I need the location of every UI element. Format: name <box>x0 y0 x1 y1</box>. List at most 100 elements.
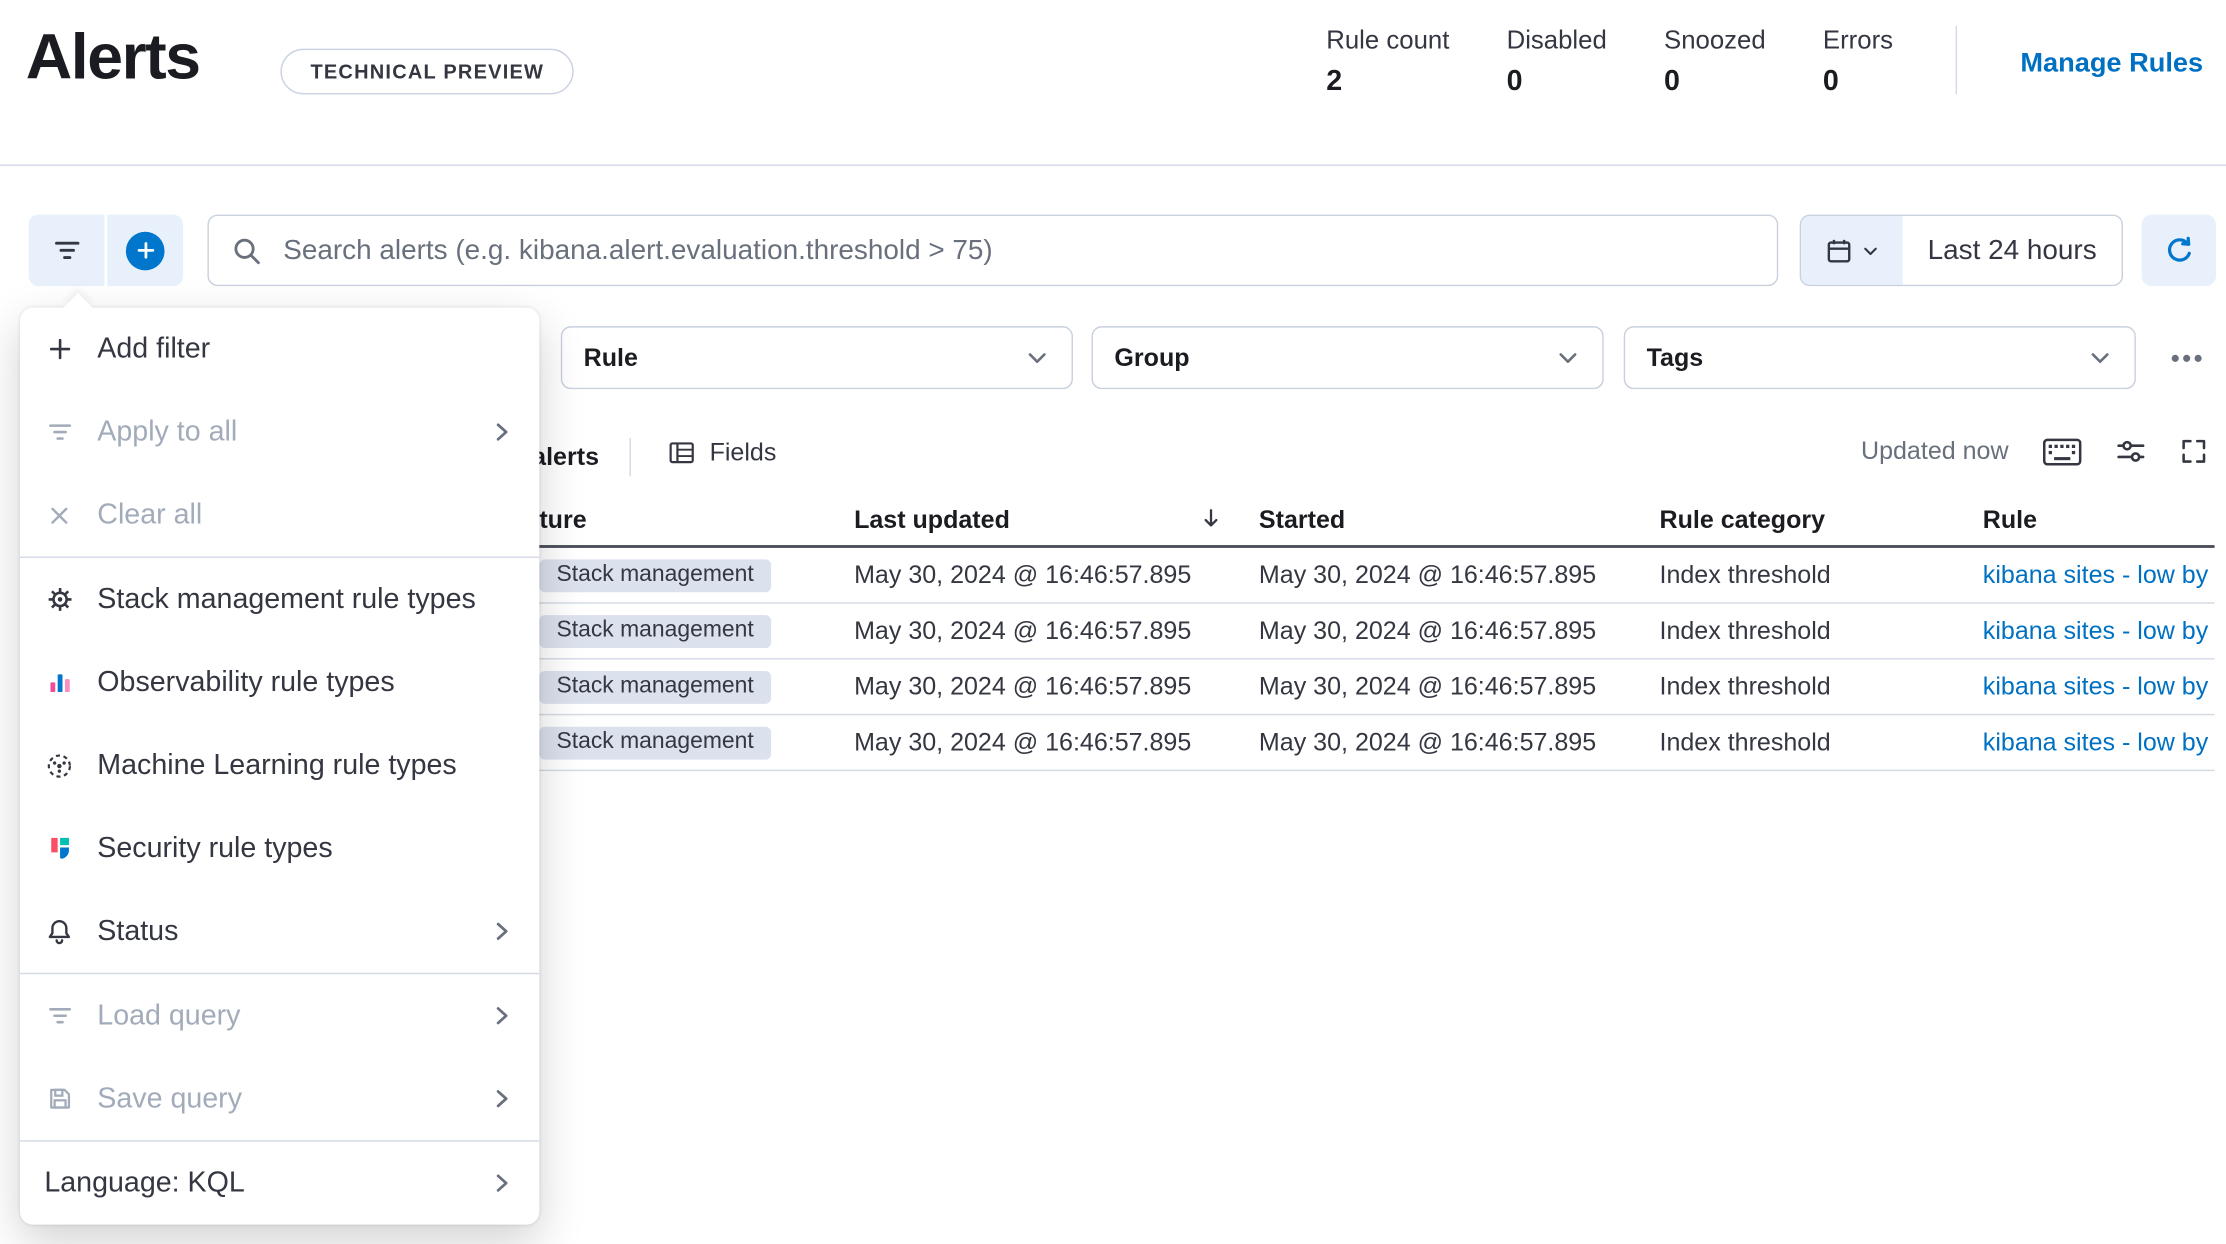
stat-errors: Errors 0 <box>1823 26 1893 99</box>
filter-icon <box>52 236 81 265</box>
fullscreen-icon[interactable] <box>2180 438 2207 465</box>
stat-disabled: Disabled 0 <box>1507 26 1607 99</box>
popover-group-filters: Add filter Apply to all Clear all <box>20 308 540 558</box>
stat-label: Snoozed <box>1664 25 1766 55</box>
calendar-icon <box>1825 237 1852 264</box>
last-updated-cell: May 30, 2024 @ 16:46:57.895 <box>854 727 1192 757</box>
security-logo-icon <box>44 835 74 861</box>
fields-icon <box>668 439 695 466</box>
menu-item-language-kql[interactable]: Language: KQL <box>20 1142 539 1225</box>
alerts-count-label: alerts <box>532 442 599 471</box>
rule-link[interactable]: kibana sites - low by <box>1983 616 2215 646</box>
filter-menu-button[interactable] <box>28 214 105 287</box>
table-row: Stack management May 30, 2024 @ 16:46:57… <box>532 604 2215 660</box>
filter-popover: Add filter Apply to all Clear all Stack … <box>20 293 540 1225</box>
filter-button-group <box>28 214 184 287</box>
table-row: Stack management May 30, 2024 @ 16:46:57… <box>532 715 2215 772</box>
menu-item-status[interactable]: Status <box>20 890 539 973</box>
menu-item-apply-to-all[interactable]: Apply to all <box>20 391 539 474</box>
stat-value: 0 <box>1664 65 1680 98</box>
bell-icon <box>44 918 74 945</box>
toolbar-divider <box>629 437 631 477</box>
chevron-right-icon <box>489 1086 515 1112</box>
search-icon <box>232 235 262 265</box>
header-rule-divider <box>0 164 2226 166</box>
chevron-down-icon <box>1024 345 1050 371</box>
menu-item-label: Save query <box>97 1082 243 1114</box>
last-updated-cell: May 30, 2024 @ 16:46:57.895 <box>854 560 1192 589</box>
toolbar-right: Updated now <box>1861 436 2207 466</box>
popover-group-rule-types: Stack management rule types Observabilit… <box>20 558 540 975</box>
stat-label: Disabled <box>1506 25 1607 55</box>
chevron-down-icon <box>2087 345 2113 371</box>
filter-icon <box>44 1003 74 1029</box>
popover-group-language: Language: KQL <box>20 1142 539 1225</box>
menu-item-load-query[interactable]: Load query <box>20 974 539 1057</box>
select-label: Rule <box>583 342 638 372</box>
stat-rule-count: Rule count 2 <box>1326 26 1449 99</box>
search-input[interactable] <box>280 232 1754 269</box>
menu-item-stack-management-rule-types[interactable]: Stack management rule types <box>20 558 539 641</box>
chevron-right-icon <box>489 419 515 445</box>
rule-link[interactable]: kibana sites - low by <box>1983 560 2215 590</box>
alerts-page: Alerts TECHNICAL PREVIEW Rule count 2 Di… <box>0 0 2226 1244</box>
date-picker: Last 24 hours <box>1799 214 2124 287</box>
keyboard-shortcuts-icon[interactable] <box>2042 437 2082 466</box>
filter-icon <box>44 419 74 445</box>
menu-item-clear-all[interactable]: Clear all <box>20 474 539 557</box>
rule-category-cell: Index threshold <box>1659 727 1831 757</box>
started-cell: May 30, 2024 @ 16:46:57.895 <box>1258 671 1597 701</box>
rule-link[interactable]: kibana sites - low by <box>1983 672 2215 702</box>
menu-item-add-filter[interactable]: Add filter <box>20 308 539 391</box>
header-stats: Rule count 2 Disabled 0 Snoozed 0 Errors… <box>1326 25 2203 99</box>
refresh-icon <box>2164 235 2194 265</box>
observability-bars-icon <box>44 670 74 696</box>
stat-value: 0 <box>1822 65 1839 98</box>
popover-group-queries: Load query Save query <box>20 974 540 1142</box>
stat-label: Rule count <box>1326 25 1450 55</box>
time-range-button[interactable]: Last 24 hours <box>1903 216 2122 285</box>
chevron-down-icon <box>1860 241 1879 260</box>
header-divider <box>1955 25 1958 95</box>
menu-item-label: Language: KQL <box>44 1166 245 1199</box>
table-row: Stack management May 30, 2024 @ 16:46:57… <box>532 548 2215 604</box>
display-options-icon[interactable] <box>2116 436 2146 466</box>
last-updated-cell: May 30, 2024 @ 16:46:57.895 <box>854 671 1192 701</box>
machine-learning-icon <box>44 752 74 779</box>
feature-badge: Stack management <box>539 670 771 704</box>
menu-item-save-query[interactable]: Save query <box>20 1057 539 1140</box>
more-filters-button[interactable] <box>2154 326 2217 389</box>
column-header-feature[interactable]: ture <box>539 505 586 535</box>
sort-descending-icon[interactable] <box>1199 506 1223 530</box>
tags-filter-select[interactable]: Tags <box>1623 326 2136 390</box>
rule-link[interactable]: kibana sites - low by <box>1983 727 2215 757</box>
manage-rules-link[interactable]: Manage Rules <box>2020 49 2203 80</box>
select-label: Tags <box>1646 342 1704 372</box>
date-picker-toggle[interactable] <box>1801 216 1903 285</box>
group-filter-select[interactable]: Group <box>1091 326 1604 390</box>
column-header-last-updated[interactable]: Last updated <box>854 505 1010 535</box>
stat-value: 0 <box>1506 65 1523 98</box>
menu-item-label: Add filter <box>97 332 211 365</box>
fields-button[interactable]: Fields <box>660 436 785 469</box>
ellipsis-icon <box>2170 354 2179 362</box>
column-header-started[interactable]: Started <box>1259 505 1345 535</box>
menu-item-label: Clear all <box>97 498 203 531</box>
last-updated-cell: May 30, 2024 @ 16:46:57.895 <box>854 615 1192 645</box>
column-header-rule[interactable]: Rule <box>1983 505 2037 535</box>
menu-item-machine-learning-rule-types[interactable]: Machine Learning rule types <box>20 724 539 807</box>
started-cell: May 30, 2024 @ 16:46:57.895 <box>1258 727 1597 757</box>
chevron-down-icon <box>1555 345 1581 371</box>
refresh-button[interactable] <box>2141 214 2216 287</box>
add-filter-button[interactable] <box>107 214 184 287</box>
search-box <box>207 214 1779 287</box>
menu-item-observability-rule-types[interactable]: Observability rule types <box>20 641 539 724</box>
save-icon <box>44 1086 74 1112</box>
page-title: Alerts <box>25 20 201 93</box>
alerts-table: ture Last updated Started Rule category … <box>532 494 2215 772</box>
rule-filter-select[interactable]: Rule <box>560 326 1073 390</box>
column-header-rule-category[interactable]: Rule category <box>1659 505 1825 535</box>
feature-badge: Stack management <box>539 726 771 760</box>
chevron-right-icon <box>489 1170 515 1196</box>
menu-item-security-rule-types[interactable]: Security rule types <box>20 807 539 890</box>
